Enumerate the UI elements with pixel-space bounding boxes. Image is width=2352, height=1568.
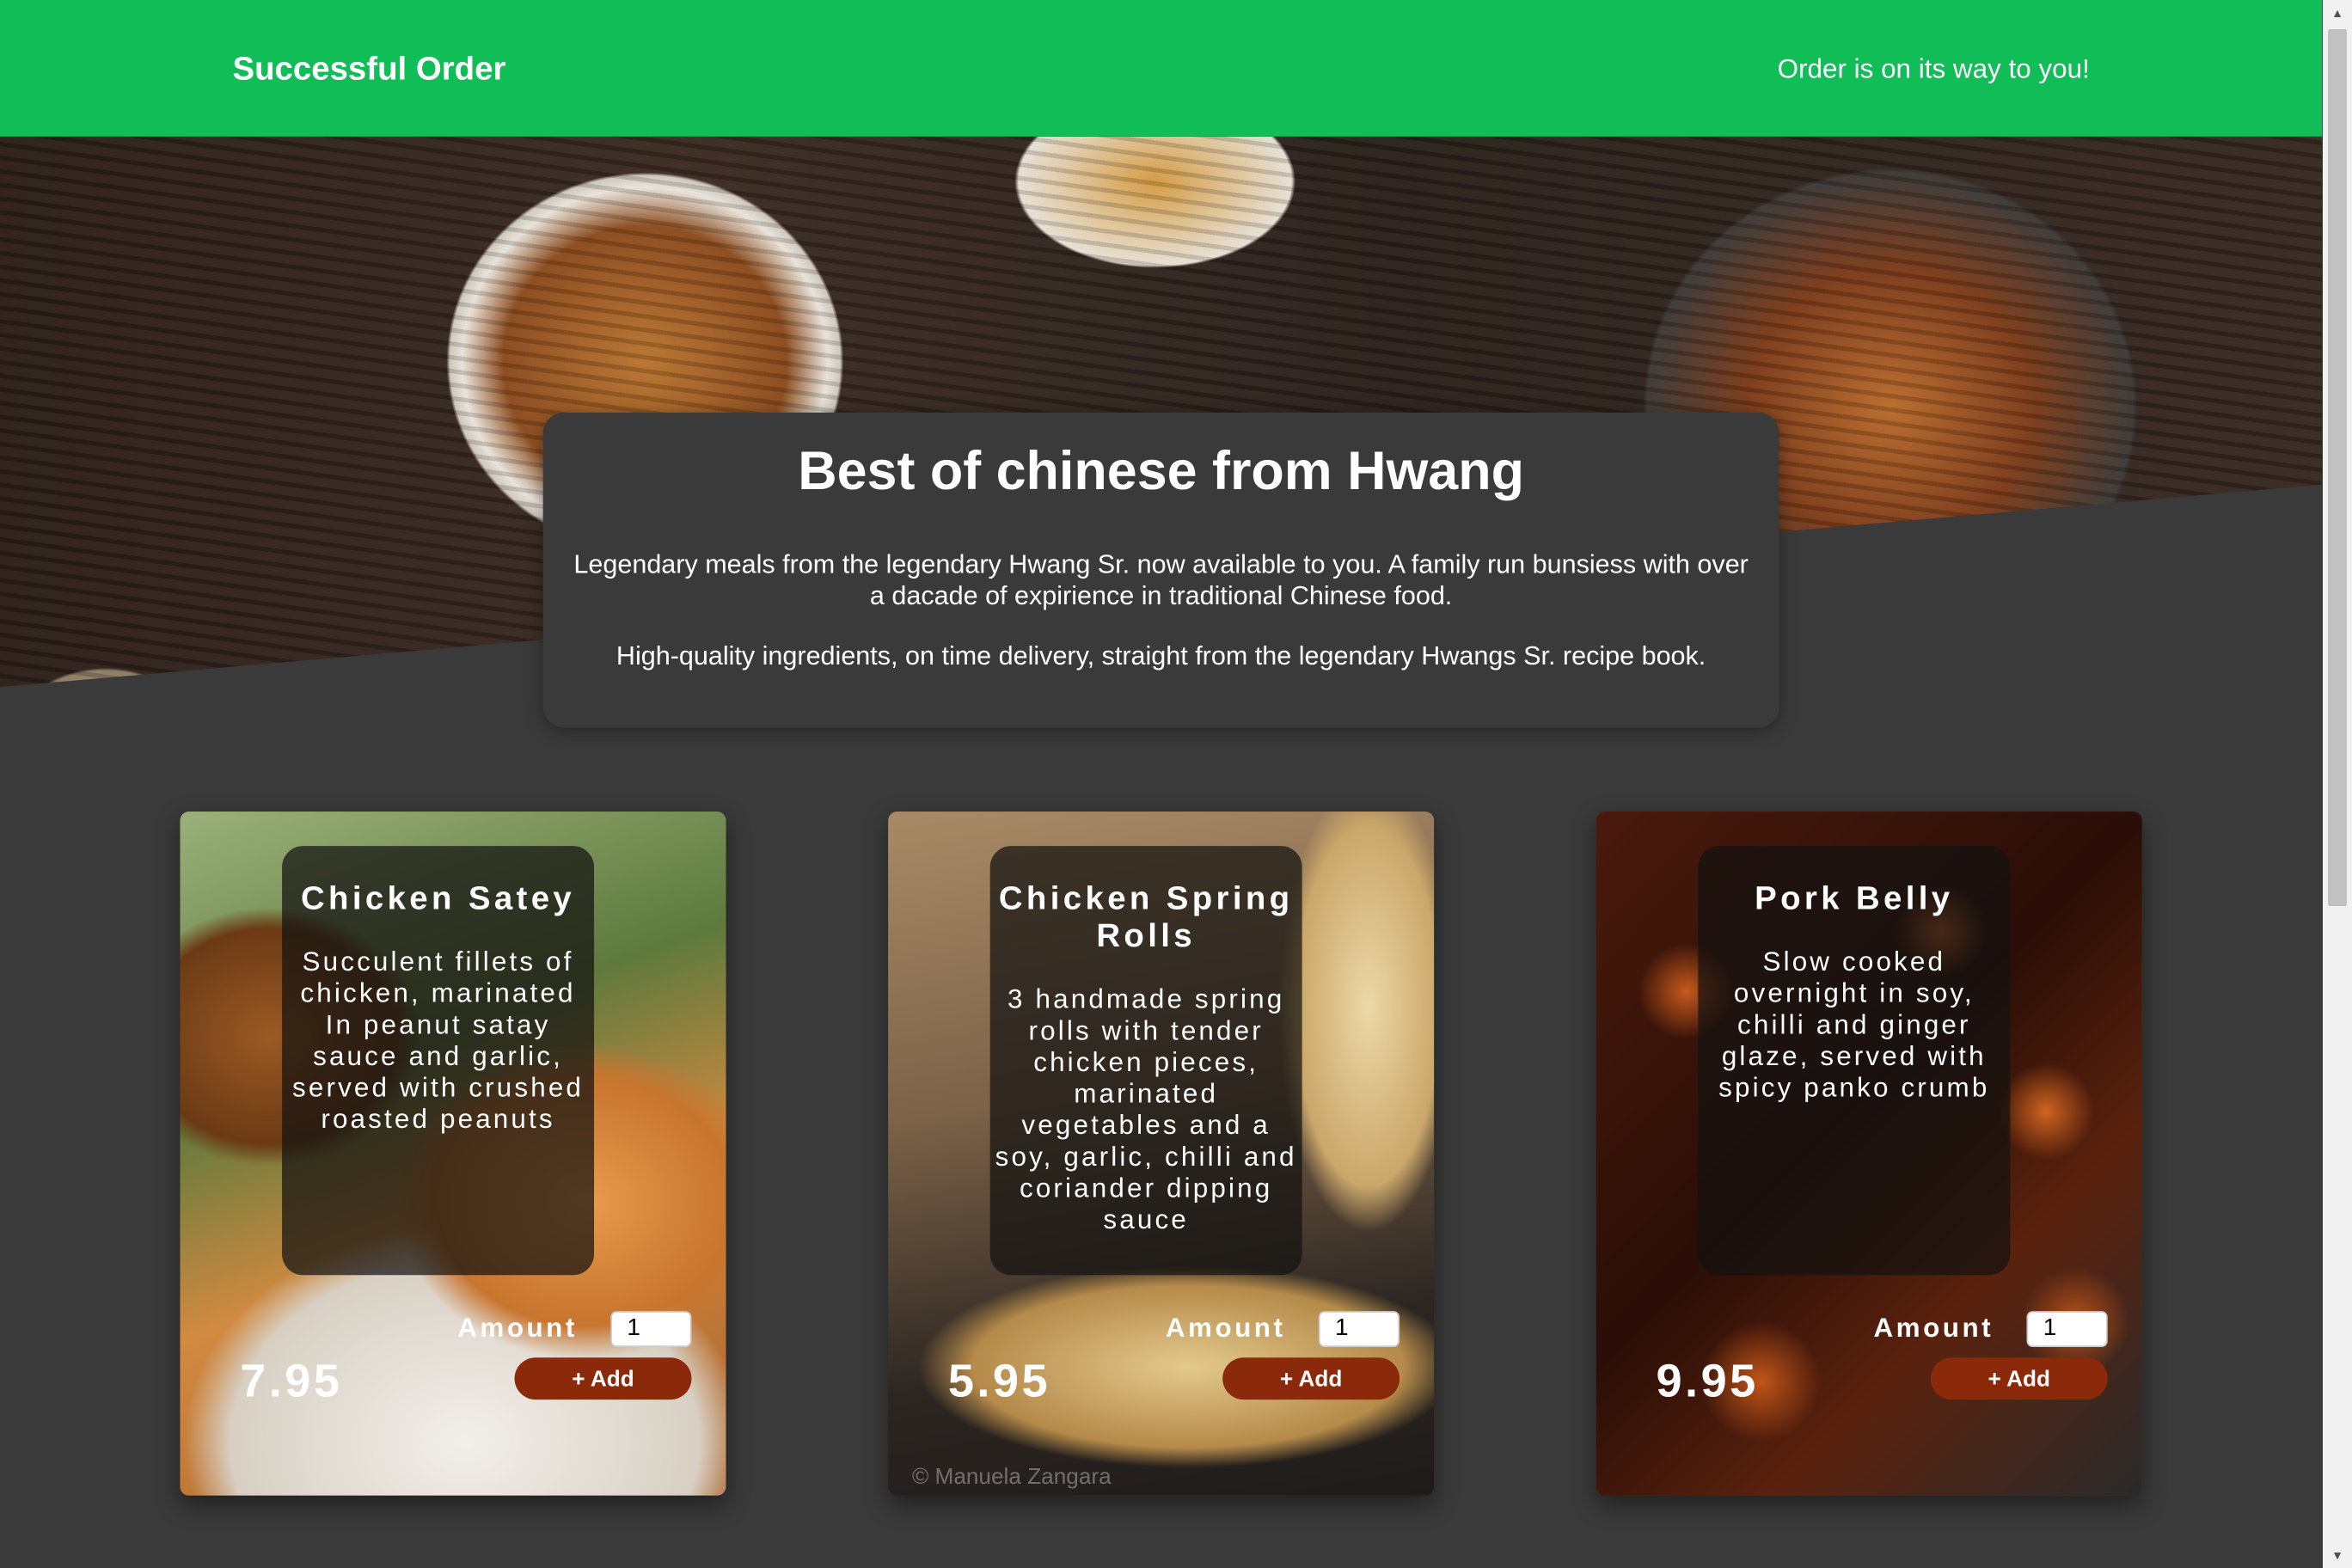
amount-label: Amount (1165, 1312, 1286, 1343)
amount-label: Amount (457, 1312, 578, 1343)
order-status-text: Order is on its way to you! (1777, 53, 2090, 84)
meal-description: Slow cooked overnight in soy, chilli and… (1718, 946, 1990, 1103)
scroll-up-arrow-icon[interactable]: ▲ (2323, 0, 2352, 26)
intro-paragraph: Legendary meals from the legendary Hwang… (573, 548, 1749, 611)
photo-watermark: © Manuela Zangara (911, 1464, 1112, 1490)
meal-name: Chicken Spring Rolls (998, 879, 1294, 954)
amount-input[interactable] (610, 1311, 692, 1348)
meal-description: Succulent fillets of chicken, marinated … (292, 946, 585, 1135)
page: Successful Order Order is on its way to … (0, 0, 2323, 1568)
meal-card-chicken-satey: Chicken Satey Succulent fillets of chick… (180, 812, 726, 1496)
meal-price: 7.95 (240, 1354, 343, 1407)
intro-title: Best of chinese from Hwang (798, 439, 1525, 501)
add-to-cart-button[interactable]: + Add (1222, 1357, 1400, 1400)
scroll-down-arrow-icon[interactable]: ▼ (2323, 1542, 2352, 1568)
add-to-cart-button[interactable]: + Add (514, 1357, 692, 1400)
scrollbar-thumb[interactable] (2328, 29, 2347, 906)
meal-name: Pork Belly (1755, 879, 1954, 917)
add-to-cart-button[interactable]: + Add (1930, 1357, 2108, 1400)
meal-info-overlay: Chicken Spring Rolls 3 handmade spring r… (989, 846, 1302, 1276)
meal-price: 9.95 (1656, 1354, 1759, 1407)
meal-description: 3 handmade spring rolls with tender chic… (995, 983, 1297, 1235)
meal-name: Chicken Satey (300, 879, 576, 917)
amount-input[interactable] (1318, 1311, 1400, 1348)
meal-info-overlay: Pork Belly Slow cooked overnight in soy,… (1698, 846, 2011, 1276)
top-bar: Successful Order Order is on its way to … (0, 0, 2323, 137)
amount-input[interactable] (2026, 1311, 2108, 1348)
intro-card: Best of chinese from Hwang Legendary mea… (542, 412, 1779, 728)
brand-title[interactable]: Successful Order (232, 50, 505, 89)
intro-paragraph: High-quality ingredients, on time delive… (616, 640, 1706, 671)
amount-label: Amount (1873, 1312, 1994, 1343)
meal-card-pork-belly: Pork Belly Slow cooked overnight in soy,… (1596, 812, 2142, 1496)
vertical-scrollbar[interactable]: ▲ ▼ (2323, 0, 2352, 1568)
meal-card-chicken-spring-rolls: Chicken Spring Rolls 3 handmade spring r… (888, 812, 1435, 1496)
meal-info-overlay: Chicken Satey Succulent fillets of chick… (282, 846, 595, 1276)
meal-price: 5.95 (947, 1354, 1051, 1407)
